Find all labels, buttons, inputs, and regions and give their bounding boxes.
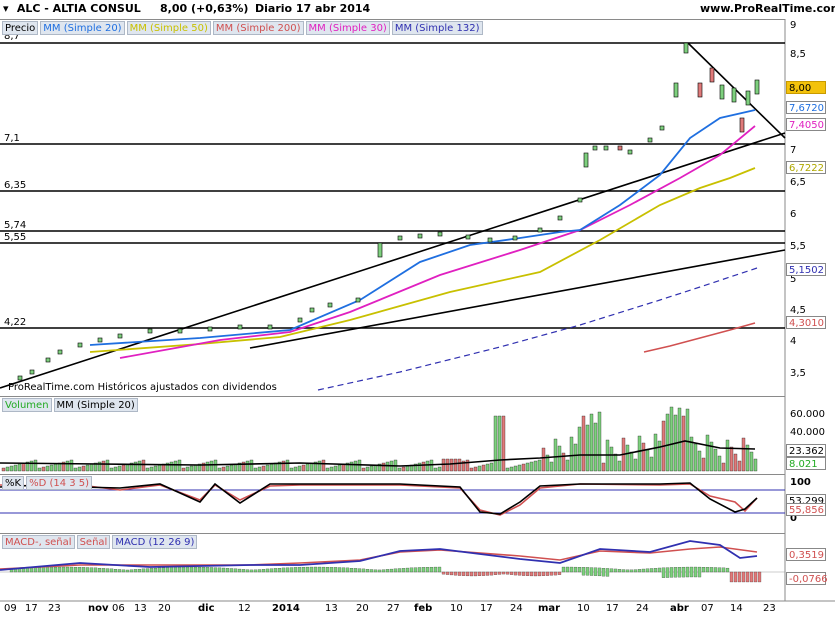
x-tick: 14 bbox=[730, 603, 743, 614]
x-tick: 17 bbox=[606, 603, 619, 614]
macd-hist-tag: -0,0766 bbox=[786, 572, 828, 585]
y-tick: 4,5 bbox=[790, 305, 806, 316]
legend-d[interactable]: %D (14 3 5) bbox=[26, 476, 93, 490]
x-tick: 10 bbox=[577, 603, 590, 614]
x-tick: 24 bbox=[636, 603, 649, 614]
x-tick: feb bbox=[414, 603, 433, 614]
level-label: 5,74 bbox=[4, 220, 27, 231]
y-tick: 40.000 bbox=[790, 427, 825, 438]
level-label: 7,1 bbox=[4, 133, 20, 144]
sma200-tag: 4,3010 bbox=[786, 316, 826, 329]
x-tick: 12 bbox=[238, 603, 251, 614]
x-tick: 06 bbox=[112, 603, 125, 614]
legend-macd[interactable]: MACD (12 26 9) bbox=[112, 535, 198, 549]
legend-volume-sma[interactable]: MM (Simple 20) bbox=[53, 398, 138, 412]
sma132-tag: 5,1502 bbox=[786, 263, 826, 276]
volume-tag: 8.021 bbox=[786, 457, 826, 470]
legend-k[interactable]: %K bbox=[2, 476, 25, 490]
x-tick: 2014 bbox=[272, 603, 300, 614]
x-tick: 17 bbox=[25, 603, 38, 614]
x-tick: 23 bbox=[763, 603, 776, 614]
legend-price[interactable]: Precio bbox=[2, 21, 39, 35]
last-price-tag: 8,00 bbox=[786, 81, 826, 94]
legend-volume[interactable]: Volumen bbox=[2, 398, 52, 412]
x-tick: 13 bbox=[134, 603, 147, 614]
y-tick: 60.000 bbox=[790, 409, 825, 420]
macd-pane[interactable]: MACD-, señal Señal MACD (12 26 9) bbox=[0, 533, 785, 601]
x-tick: 07 bbox=[701, 603, 714, 614]
x-tick: 24 bbox=[510, 603, 523, 614]
x-tick: 20 bbox=[356, 603, 369, 614]
y-tick: 9 bbox=[790, 20, 797, 31]
y-tick: 4 bbox=[790, 336, 797, 347]
y-tick: 6 bbox=[790, 209, 797, 220]
price-legend: Precio MM (Simple 20) MM (Simple 50) MM … bbox=[2, 21, 483, 35]
x-tick: nov bbox=[88, 603, 109, 614]
x-tick: 27 bbox=[387, 603, 400, 614]
level-label: 6,35 bbox=[4, 180, 27, 191]
y-tick: 5,5 bbox=[790, 241, 806, 252]
legend-sma30[interactable]: MM (Simple 30) bbox=[305, 21, 390, 35]
sma20-tag: 7,6720 bbox=[786, 101, 826, 114]
x-tick: 13 bbox=[325, 603, 338, 614]
volume-sma-tag: 23.362 bbox=[786, 444, 826, 457]
x-tick: mar bbox=[538, 603, 561, 614]
price-pane[interactable]: Precio MM (Simple 20) MM (Simple 50) MM … bbox=[0, 19, 785, 396]
y-tick: 3,5 bbox=[790, 368, 806, 379]
legend-sma132[interactable]: MM (Simple 132) bbox=[391, 21, 483, 35]
volume-legend: Volumen MM (Simple 20) bbox=[2, 398, 138, 412]
legend-sma50[interactable]: MM (Simple 50) bbox=[126, 21, 211, 35]
stochastic-pane[interactable]: %K %D (14 3 5) bbox=[0, 474, 785, 530]
x-tick: 23 bbox=[48, 603, 61, 614]
y-tick: 6,5 bbox=[790, 177, 806, 188]
legend-macd-hist[interactable]: MACD-, señal bbox=[2, 535, 75, 549]
volume-pane[interactable]: Volumen MM (Simple 20) bbox=[0, 396, 785, 474]
y-tick: 8,5 bbox=[790, 49, 806, 60]
x-tick: dic bbox=[198, 603, 215, 614]
d-tag: 55,856 bbox=[786, 503, 826, 516]
legend-signal[interactable]: Señal bbox=[76, 535, 111, 549]
x-tick: 20 bbox=[158, 603, 171, 614]
level-label: 5,55 bbox=[4, 232, 27, 243]
macd-legend: MACD-, señal Señal MACD (12 26 9) bbox=[2, 535, 198, 549]
x-tick: 09 bbox=[4, 603, 17, 614]
legend-sma200[interactable]: MM (Simple 200) bbox=[212, 21, 304, 35]
stochastic-legend: %K %D (14 3 5) bbox=[2, 476, 93, 490]
signal-tag: 0,3519 bbox=[786, 548, 826, 561]
y-tick: 7 bbox=[790, 145, 797, 156]
legend-sma20[interactable]: MM (Simple 20) bbox=[40, 21, 125, 35]
sma50-tag: 6,7222 bbox=[786, 161, 826, 174]
sma30-tag: 7,4050 bbox=[786, 118, 826, 131]
x-tick: 10 bbox=[450, 603, 463, 614]
x-tick: 17 bbox=[480, 603, 493, 614]
y-tick: 100 bbox=[790, 477, 811, 488]
data-note: ProRealTime.com Históricos ajustados con… bbox=[8, 382, 277, 393]
level-label: 4,22 bbox=[4, 317, 27, 328]
chart-window: ▾ ALC - ALTIA CONSUL 8,00 (+0,63%) Diari… bbox=[0, 0, 835, 620]
x-tick: abr bbox=[670, 603, 689, 614]
